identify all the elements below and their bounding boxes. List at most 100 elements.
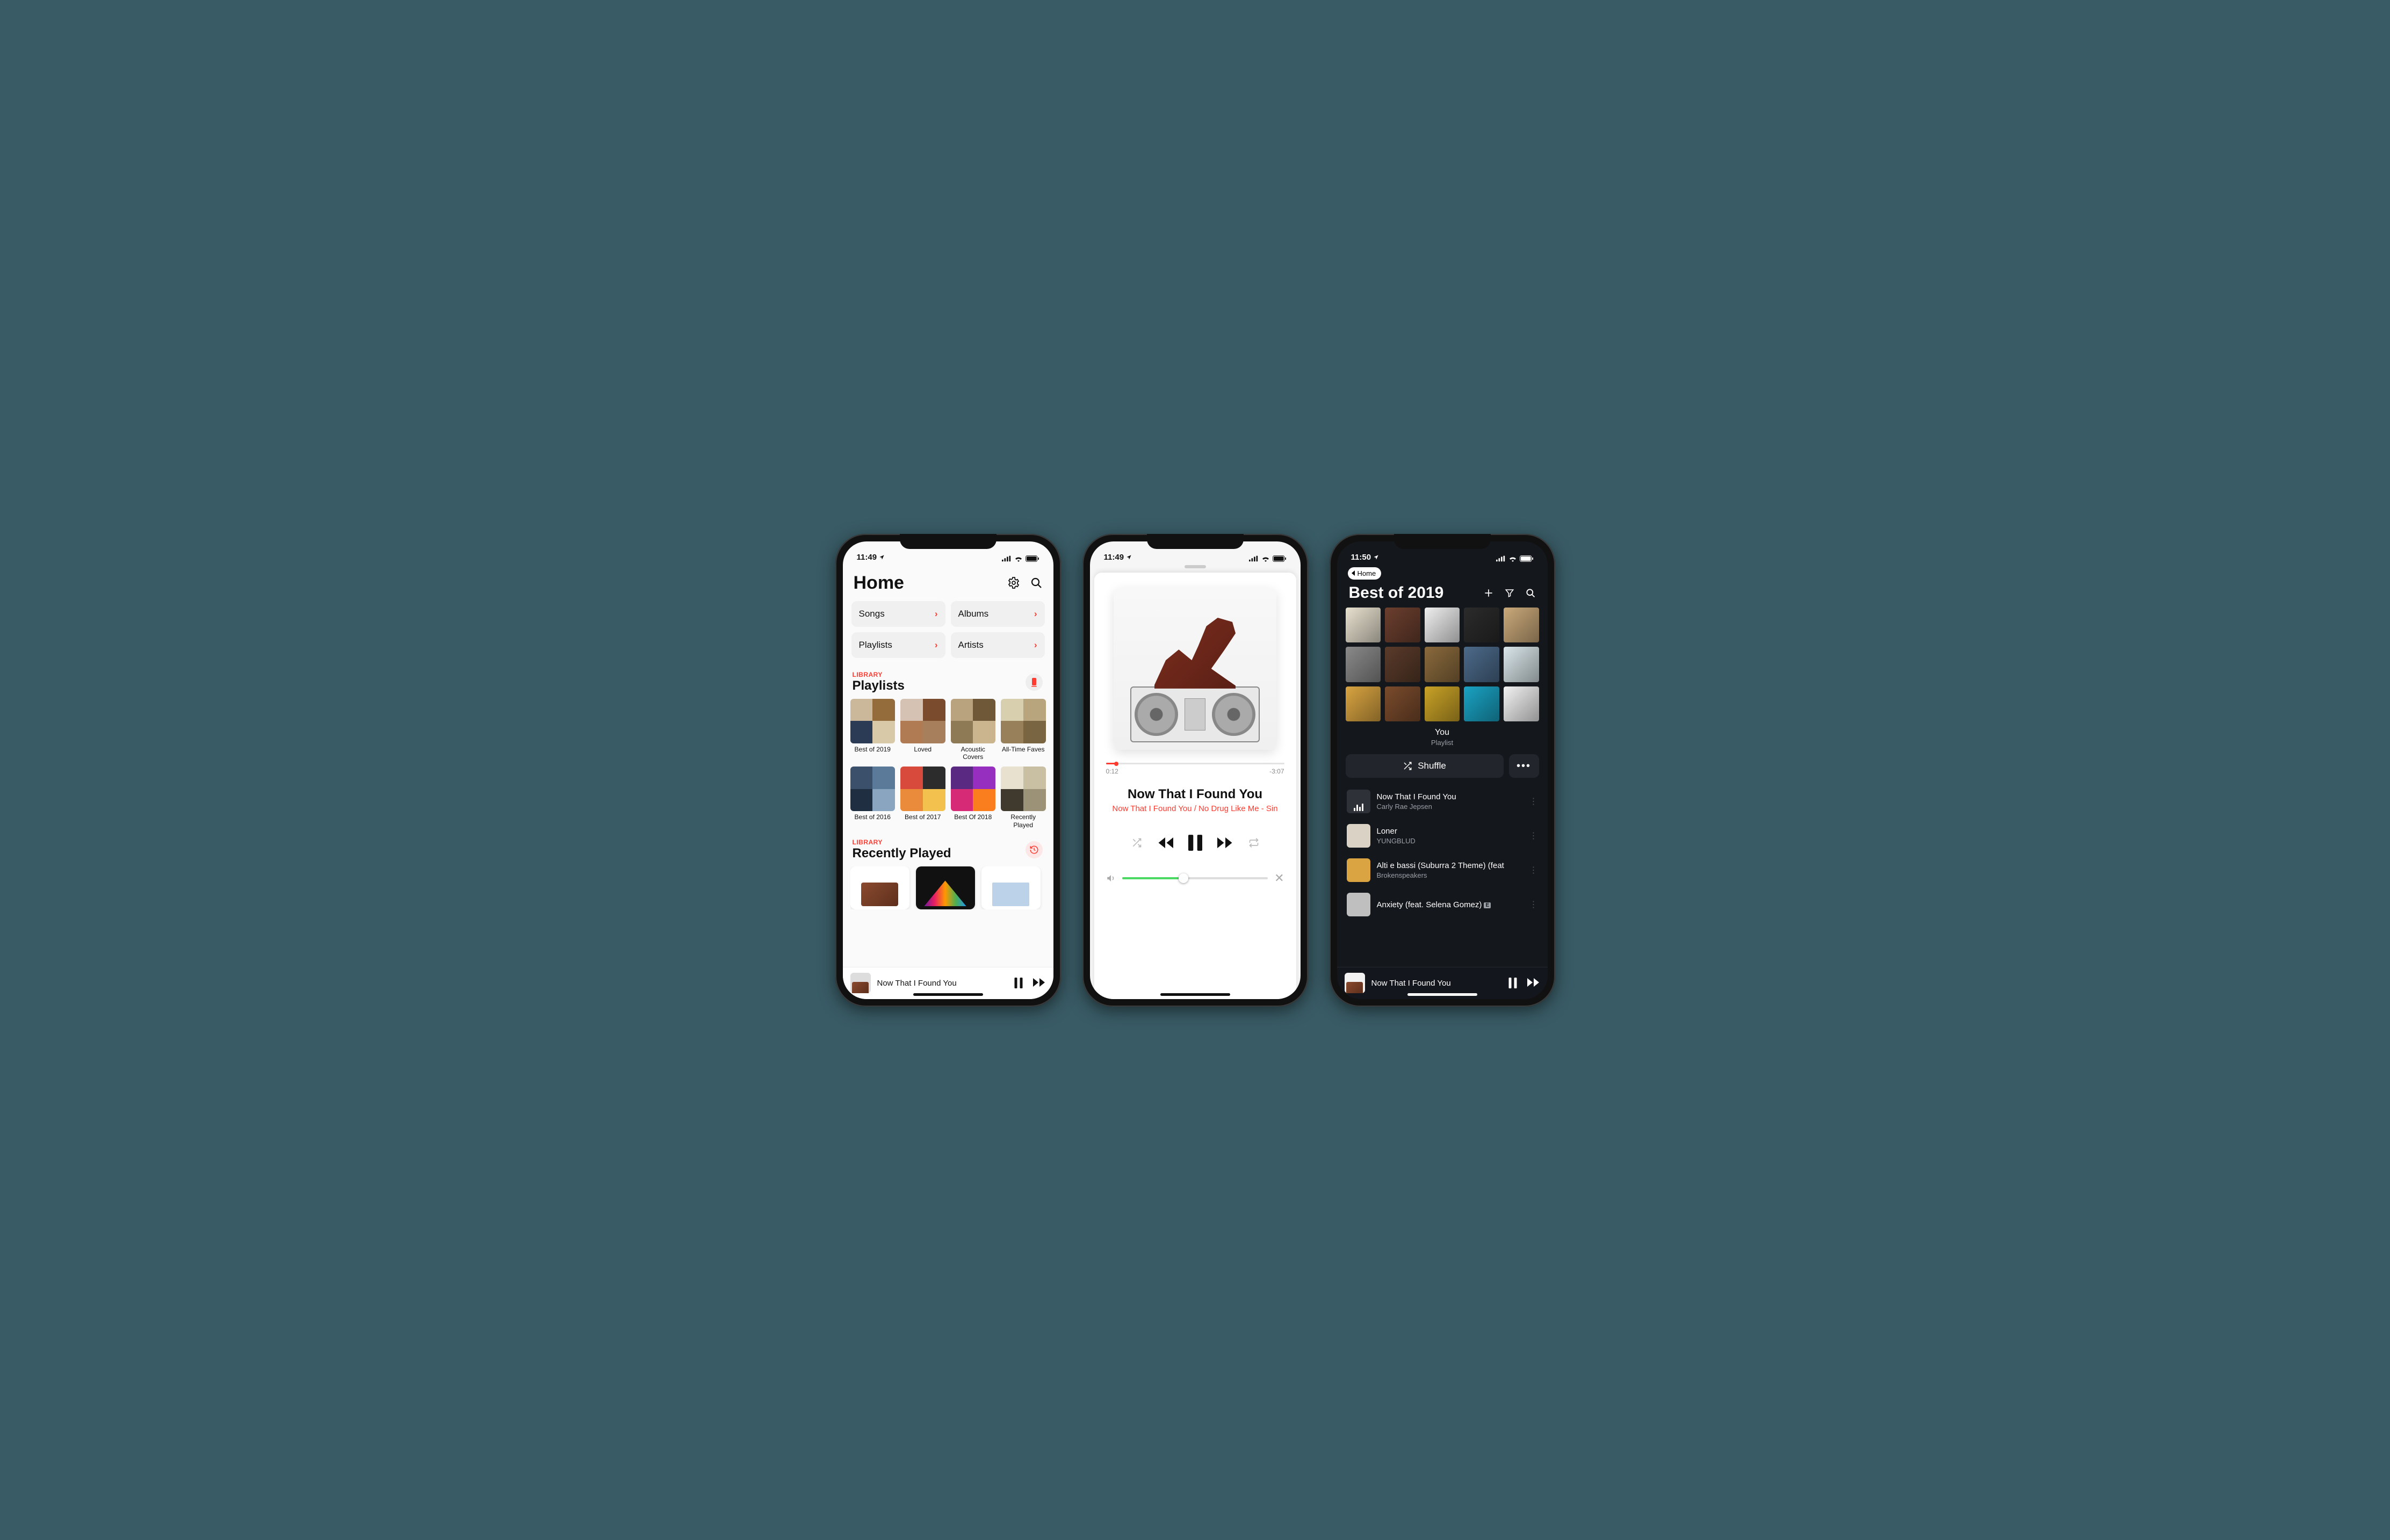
category-artists[interactable]: Artists› xyxy=(951,632,1045,658)
volume-slider[interactable] xyxy=(1122,877,1268,879)
section-title: Playlists xyxy=(850,678,905,693)
track-artist: Carly Rae Jepsen xyxy=(1377,802,1523,811)
next-icon[interactable] xyxy=(1033,978,1046,988)
playlist-type: Playlist xyxy=(1345,739,1540,747)
more-button[interactable]: ••• xyxy=(1509,754,1539,778)
playlist-name: All-Time Faves xyxy=(1001,746,1046,753)
playlist-item[interactable]: Acoustic Covers xyxy=(951,699,996,761)
chevron-right-icon: › xyxy=(935,609,938,619)
filter-icon[interactable] xyxy=(1505,588,1514,598)
track-row[interactable]: Loner YUNGBLUD ⋮ xyxy=(1345,820,1540,852)
album-thumb[interactable] xyxy=(1464,647,1499,682)
playlist-item[interactable]: Best of 2016 xyxy=(850,767,896,829)
section-action-icon[interactable] xyxy=(1026,674,1043,691)
album-thumb[interactable] xyxy=(1425,647,1460,682)
track-title: Anxiety (feat. Selena Gomez)E xyxy=(1377,900,1523,909)
repeat-icon[interactable] xyxy=(1248,837,1259,848)
album-thumb[interactable] xyxy=(1346,647,1381,682)
section-title: Recently Played xyxy=(850,846,951,861)
playlist-item[interactable]: All-Time Faves xyxy=(1001,699,1046,761)
track-row[interactable]: Now That I Found You Carly Rae Jepsen ⋮ xyxy=(1345,785,1540,818)
track-title: Loner xyxy=(1377,827,1523,836)
status-time: 11:49 xyxy=(1104,553,1124,562)
phone-now-playing: 11:49 0:12 xyxy=(1082,534,1308,1007)
track-list: Now That I Found You Carly Rae Jepsen ⋮ … xyxy=(1345,785,1540,921)
search-icon[interactable] xyxy=(1525,588,1536,598)
next-icon[interactable] xyxy=(1527,978,1540,988)
plus-icon[interactable] xyxy=(1483,588,1494,598)
playlist-name: Loved xyxy=(900,746,945,753)
drag-handle-icon[interactable]: ⋮ xyxy=(1529,899,1538,910)
progress-bar[interactable] xyxy=(1106,763,1284,764)
wifi-icon xyxy=(1261,555,1270,562)
album-thumb[interactable] xyxy=(1464,686,1499,722)
playlist-grid: Best of 2019 Loved Acoustic Covers All-T… xyxy=(850,699,1046,829)
album-thumb[interactable] xyxy=(1464,608,1499,643)
shuffle-button[interactable]: Shuffle xyxy=(1346,754,1504,778)
location-icon xyxy=(1373,554,1379,560)
pause-icon[interactable] xyxy=(1508,978,1518,988)
section-label: LIBRARY xyxy=(850,671,905,678)
album-thumb[interactable] xyxy=(1504,686,1539,722)
home-indicator[interactable] xyxy=(913,993,983,996)
playlist-item[interactable]: Best of 2019 xyxy=(850,699,896,761)
now-playing-artwork[interactable] xyxy=(1114,588,1276,750)
playlist-artwork xyxy=(850,699,896,744)
home-indicator[interactable] xyxy=(1160,993,1230,996)
wifi-icon xyxy=(1014,555,1023,562)
shuffle-icon[interactable] xyxy=(1131,837,1142,848)
pause-icon[interactable] xyxy=(1188,835,1202,851)
album-thumb[interactable] xyxy=(1346,608,1381,643)
search-icon[interactable] xyxy=(1030,576,1043,589)
playlist-name: Best of 2017 xyxy=(900,813,945,821)
album-thumb[interactable] xyxy=(1425,608,1460,643)
playlist-name: Best Of 2018 xyxy=(951,813,996,821)
drag-handle-icon[interactable]: ⋮ xyxy=(1529,865,1538,876)
playlist-item[interactable]: Loved xyxy=(900,699,945,761)
category-albums[interactable]: Albums› xyxy=(951,601,1045,627)
category-songs[interactable]: Songs› xyxy=(851,601,945,627)
track-row[interactable]: Anxiety (feat. Selena Gomez)E ⋮ xyxy=(1345,888,1540,921)
track-row[interactable]: Alti e bassi (Suburra 2 Theme) (feat Bro… xyxy=(1345,854,1540,886)
category-playlists[interactable]: Playlists› xyxy=(851,632,945,658)
status-time: 11:49 xyxy=(857,553,877,562)
sheet-grabber[interactable] xyxy=(1185,565,1206,568)
playlist-owner: You xyxy=(1345,728,1540,738)
previous-icon[interactable] xyxy=(1157,837,1173,849)
track-artwork xyxy=(1347,790,1370,813)
album-thumb[interactable] xyxy=(1385,608,1420,643)
location-icon xyxy=(879,554,885,560)
gear-icon[interactable] xyxy=(1007,576,1020,589)
page-title: Home xyxy=(854,573,904,594)
mini-player-artwork xyxy=(1345,973,1365,993)
album-thumb[interactable] xyxy=(1385,686,1420,722)
playlist-name: Acoustic Covers xyxy=(951,746,996,761)
drag-handle-icon[interactable]: ⋮ xyxy=(1529,830,1538,841)
drag-handle-icon[interactable]: ⋮ xyxy=(1529,796,1538,807)
close-icon[interactable]: ✕ xyxy=(1274,871,1284,885)
page-title: Best of 2019 xyxy=(1349,584,1444,602)
pause-icon[interactable] xyxy=(1014,978,1023,988)
album-thumb[interactable] xyxy=(1425,686,1460,722)
shuffle-icon xyxy=(1403,761,1412,771)
playlist-item[interactable]: Recently Played xyxy=(1001,767,1046,829)
track-title: Alti e bassi (Suburra 2 Theme) (feat xyxy=(1377,861,1523,870)
album-thumb[interactable] xyxy=(1504,608,1539,643)
volume-icon xyxy=(1106,873,1116,883)
remaining-time: -3:07 xyxy=(1269,768,1284,775)
history-icon[interactable] xyxy=(1026,841,1043,858)
album-thumb[interactable] xyxy=(1346,686,1381,722)
recently-played-row[interactable] xyxy=(850,866,1046,909)
now-playing-bars-icon xyxy=(1354,804,1363,811)
back-button[interactable]: Home xyxy=(1348,567,1382,580)
track-artist: YUNGBLUD xyxy=(1377,837,1523,845)
playlist-artwork xyxy=(900,767,945,812)
album-title[interactable]: Now That I Found You / No Drug Like Me -… xyxy=(1103,804,1288,813)
album-thumb[interactable] xyxy=(1504,647,1539,682)
cellular-icon xyxy=(1249,555,1259,562)
album-thumb[interactable] xyxy=(1385,647,1420,682)
next-icon[interactable] xyxy=(1217,837,1233,849)
playlist-item[interactable]: Best Of 2018 xyxy=(951,767,996,829)
playlist-item[interactable]: Best of 2017 xyxy=(900,767,945,829)
home-indicator[interactable] xyxy=(1407,993,1477,996)
